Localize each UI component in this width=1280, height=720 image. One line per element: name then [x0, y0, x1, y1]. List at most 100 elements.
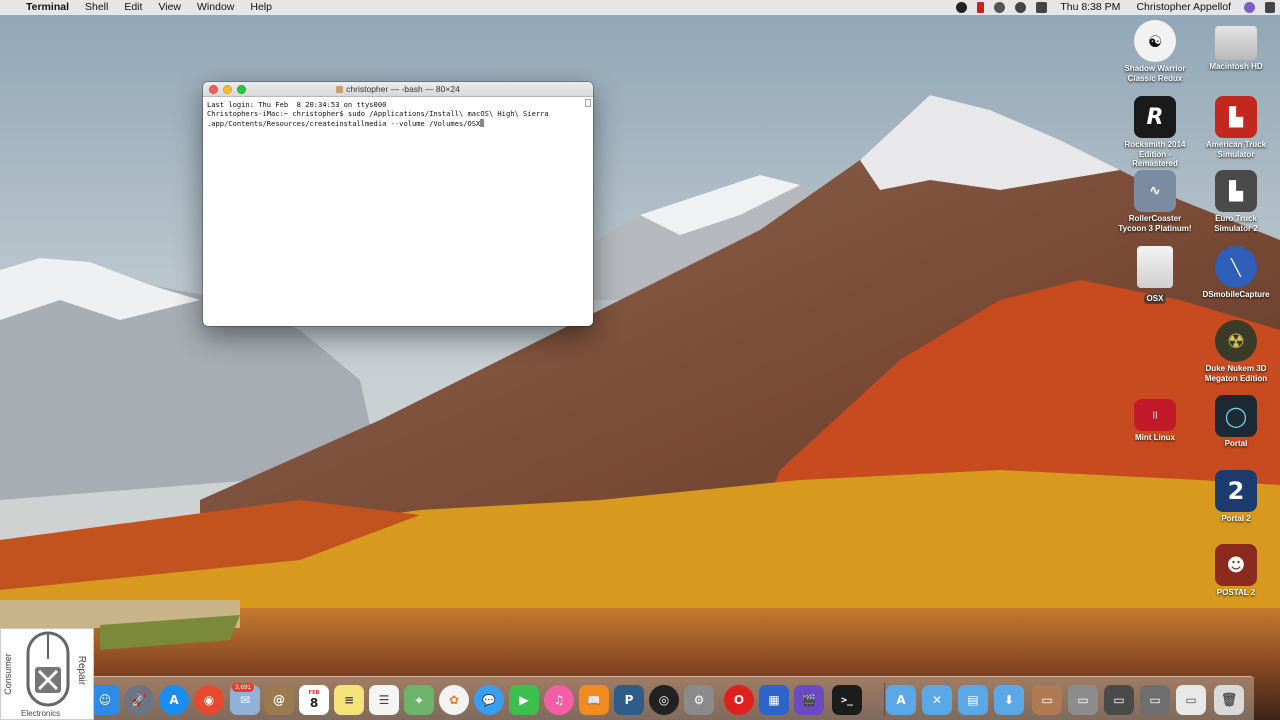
external-drive-icon	[1137, 246, 1173, 288]
icon-label: Rocksmith 2014 Edition - Remastered	[1124, 140, 1186, 168]
terminal-line: Christophers-iMac:~ christopher$ sudo /A…	[207, 109, 549, 119]
desktop-icon-shadow-warrior[interactable]: ☯ Shadow Warrior Classic Redux	[1117, 20, 1193, 83]
stack-icon-1[interactable]: ▭	[1032, 685, 1062, 715]
menu-help[interactable]: Help	[242, 0, 280, 15]
messages-icon[interactable]: 💬	[474, 685, 504, 715]
utilities-folder-icon[interactable]: ✕	[922, 685, 952, 715]
text-cursor	[480, 118, 485, 127]
zoom-button[interactable]	[237, 85, 246, 94]
photos-icon[interactable]: ✿	[439, 685, 469, 715]
stack-icon-2[interactable]: ▭	[1068, 685, 1098, 715]
terminal-icon[interactable]: >_	[832, 685, 862, 715]
wifi-icon[interactable]	[1015, 2, 1027, 13]
documents-folder-icon[interactable]: ▤	[958, 685, 988, 715]
desktop-icon-mint-linux[interactable]: || Mint Linux	[1117, 395, 1193, 443]
yin-yang-icon: ☯	[1134, 20, 1176, 62]
desktop-icon-american-truck[interactable]: ▙ American Truck Simulator	[1198, 96, 1274, 159]
rollercoaster-icon: ∿	[1134, 170, 1176, 212]
ibooks-icon[interactable]: 📖	[579, 685, 609, 715]
parallels-icon[interactable]: ▦	[759, 685, 789, 715]
terminal-output[interactable]: Last login: Thu Feb 8 20:34:53 on ttys00…	[203, 97, 593, 131]
itunes-icon[interactable]: ♫	[544, 685, 574, 715]
menu-shell[interactable]: Shell	[77, 0, 116, 15]
portal2-icon: 2	[1215, 470, 1257, 512]
icon-label: Macintosh HD	[1209, 62, 1263, 71]
trash-icon[interactable]: 🗑	[1214, 685, 1244, 715]
calendar-day: 8	[309, 696, 319, 710]
close-button[interactable]	[209, 85, 218, 94]
volume-icon[interactable]	[1036, 2, 1048, 13]
desktop-icon-euro-truck[interactable]: ▙ Euro Truck Simulator 2	[1198, 170, 1274, 233]
icon-label: Duke Nukem 3D Megaton Edition	[1204, 364, 1268, 383]
menu-app-terminal[interactable]: Terminal	[18, 0, 77, 15]
desktop-icon-rollercoaster[interactable]: ∿ RollerCoaster Tycoon 3 Platinum!	[1117, 170, 1193, 233]
launchpad-icon[interactable]: 🚀	[124, 685, 154, 715]
postal-icon: ☻	[1215, 544, 1257, 586]
app-store-icon[interactable]: A	[159, 685, 189, 715]
siri-icon[interactable]	[1244, 2, 1255, 13]
desktop-icon-postal-2[interactable]: ☻ POSTAL 2	[1198, 544, 1274, 598]
watermark-right: Repair	[76, 655, 88, 686]
desktop-icon-duke-nukem[interactable]: ☢ Duke Nukem 3D Megaton Edition	[1198, 320, 1274, 383]
dock: ☺ 🚀 A ◉ ✉ 3,691 @ FEB 8 ≡ ☰ ⌖ ✿ 💬 ▶ ♫ 📖 P…	[86, 676, 1254, 720]
icon-label: POSTAL 2	[1216, 588, 1256, 597]
desktop-icon-portal-2[interactable]: 2 Portal 2	[1198, 470, 1274, 524]
desktop-icon-dsmobilecapture[interactable]: ╲ DSmobileCapture	[1198, 246, 1274, 300]
icon-label: Euro Truck Simulator 2	[1214, 214, 1258, 233]
maps-icon[interactable]: ⌖	[404, 685, 434, 715]
menubar-clock[interactable]: Thu 8:38 PM	[1052, 0, 1128, 15]
downloads-folder-icon[interactable]: ⬇	[994, 685, 1024, 715]
pandora-icon[interactable]: P	[614, 685, 644, 715]
parallels-status-icon[interactable]	[977, 2, 985, 13]
stack-icon-3[interactable]: ▭	[1104, 685, 1134, 715]
system-preferences-icon[interactable]: ⚙	[684, 685, 714, 715]
icon-label: RollerCoaster Tycoon 3 Platinum!	[1118, 214, 1192, 233]
icon-label: DSmobileCapture	[1202, 290, 1270, 299]
desktop-wallpaper	[0, 0, 1280, 720]
menu-window[interactable]: Window	[189, 0, 242, 15]
notification-center-icon[interactable]	[1265, 2, 1275, 13]
hard-drive-icon	[1215, 26, 1257, 60]
icon-label: OSX	[1143, 294, 1167, 304]
applications-folder-icon[interactable]: A	[886, 685, 916, 715]
final-cut-icon[interactable]: 🎬	[794, 685, 824, 715]
rocksmith-icon: R	[1134, 96, 1176, 138]
icon-label: Mint Linux	[1135, 433, 1175, 442]
home-folder-icon	[336, 86, 344, 93]
portal-icon: ◯	[1215, 395, 1257, 437]
desktop-icon-macintosh-hd[interactable]: Macintosh HD	[1198, 20, 1274, 72]
calendar-icon[interactable]: FEB 8	[299, 685, 329, 715]
notes-icon[interactable]: ≡	[334, 685, 364, 715]
menu-bar: Terminal Shell Edit View Window Help Thu…	[0, 0, 1280, 15]
menu-edit[interactable]: Edit	[116, 0, 150, 15]
minimize-button[interactable]	[223, 85, 232, 94]
reminders-icon[interactable]: ☰	[369, 685, 399, 715]
menubar-user[interactable]: Christopher Appellof	[1128, 0, 1239, 15]
opera-icon[interactable]: O	[724, 685, 754, 715]
mail-badge: 3,691	[232, 683, 255, 692]
capture-icon: ╲	[1215, 246, 1257, 288]
icon-label: American Truck Simulator	[1205, 140, 1267, 159]
cloud-icon[interactable]	[994, 2, 1006, 13]
terminal-line: .app/Contents/Resources/createinstallmed…	[207, 118, 589, 128]
terminal-line: Last login: Thu Feb 8 20:34:53 on ttys00…	[207, 100, 387, 109]
menu-view[interactable]: View	[150, 0, 189, 15]
icon-label: Portal	[1224, 439, 1248, 448]
desktop-icon-portal[interactable]: ◯ Portal	[1198, 395, 1274, 449]
terminal-titlebar[interactable]: christopher — -bash — 80×24	[203, 82, 593, 97]
terminal-title: christopher — -bash — 80×24	[346, 84, 460, 94]
watermark-logo: Consumer Repair Electronics	[0, 628, 94, 720]
scroll-indicator[interactable]	[585, 99, 591, 107]
status-app-icon[interactable]	[956, 2, 968, 13]
contacts-icon[interactable]: @	[264, 685, 294, 715]
icon-label: Shadow Warrior Classic Redux	[1124, 64, 1186, 83]
chrome-icon[interactable]: ◉	[194, 685, 224, 715]
truck-icon: ▙	[1215, 170, 1257, 212]
facetime-icon[interactable]: ▶	[509, 685, 539, 715]
stack-icon-4[interactable]: ▭	[1140, 685, 1170, 715]
stack-icon-5[interactable]: ▭	[1176, 685, 1206, 715]
desktop-icon-rocksmith[interactable]: R Rocksmith 2014 Edition - Remastered	[1117, 96, 1193, 169]
terminal-window[interactable]: christopher — -bash — 80×24 Last login: …	[203, 82, 593, 326]
obs-icon[interactable]: ◎	[649, 685, 679, 715]
desktop-icon-osx-drive[interactable]: OSX	[1117, 246, 1193, 306]
